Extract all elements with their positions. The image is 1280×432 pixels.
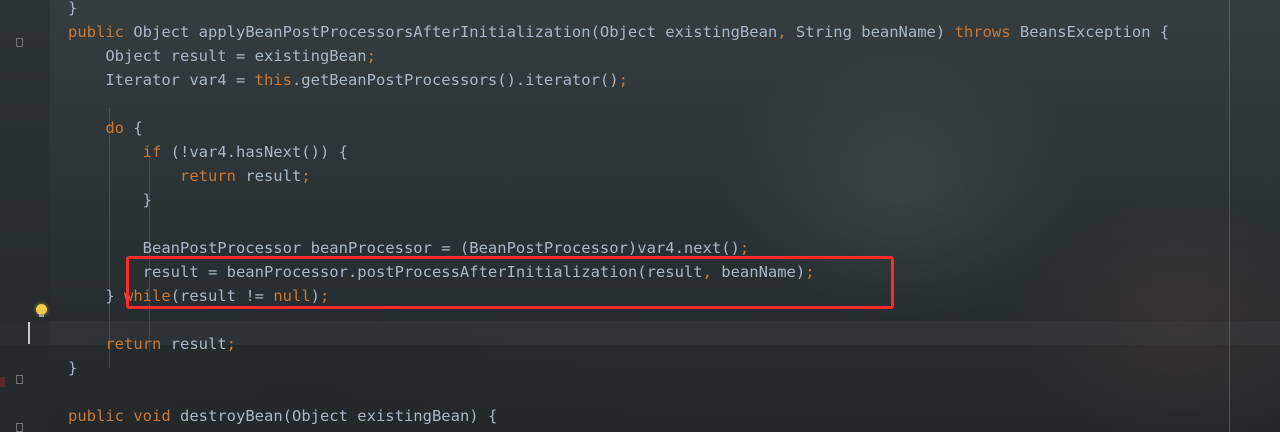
code-keyword: void bbox=[133, 407, 171, 425]
fold-marker-icon[interactable] bbox=[16, 423, 23, 432]
annotation-highlight-box bbox=[126, 256, 894, 309]
code-keyword: ; bbox=[301, 167, 311, 185]
code-keyword: if bbox=[142, 143, 162, 161]
code-text: } bbox=[68, 287, 124, 305]
code-text: { bbox=[124, 119, 143, 137]
code-keyword: do bbox=[105, 119, 124, 137]
code-line[interactable]: } bbox=[68, 0, 77, 20]
code-text: Object bbox=[124, 23, 199, 41]
code-text: } bbox=[68, 0, 78, 17]
gutter-marker bbox=[0, 377, 5, 387]
code-line[interactable]: if (!var4.hasNext()) { bbox=[68, 140, 348, 164]
code-keyword: throws bbox=[954, 23, 1011, 41]
code-text: (!var4.hasNext()) { bbox=[161, 143, 348, 161]
code-line[interactable]: do { bbox=[68, 116, 143, 140]
fold-marker-icon[interactable] bbox=[16, 38, 23, 47]
code-keyword: public bbox=[68, 23, 124, 41]
code-text: applyBeanPostProcessorsAfterInitializati… bbox=[198, 23, 591, 41]
code-text: (Object existingBean bbox=[590, 23, 778, 41]
code-keyword: , bbox=[777, 23, 787, 41]
code-text: destroyBean(Object existingBean) { bbox=[170, 407, 498, 425]
code-text: result bbox=[161, 335, 227, 353]
code-keyword: public bbox=[68, 407, 124, 425]
code-keyword: ; bbox=[739, 239, 750, 257]
code-line[interactable]: } bbox=[68, 356, 77, 380]
code-keyword: ; bbox=[618, 71, 628, 89]
code-line[interactable]: Iterator var4 = this.getBeanPostProcesso… bbox=[68, 68, 628, 92]
code-keyword: return bbox=[179, 167, 236, 185]
code-line[interactable]: } bbox=[68, 188, 152, 212]
editor-gutter[interactable] bbox=[0, 0, 50, 432]
code-text: result bbox=[235, 167, 302, 185]
code-text: String beanName) bbox=[786, 23, 955, 41]
code-line[interactable]: return result; bbox=[68, 332, 236, 356]
code-text: .getBeanPostProcessors().iterator() bbox=[291, 71, 619, 89]
code-text: BeanPostProcessor beanProcessor = (BeanP… bbox=[68, 239, 740, 257]
code-text: Iterator var4 = bbox=[68, 71, 255, 89]
code-keyword: ; bbox=[366, 47, 376, 65]
lightbulb-icon[interactable] bbox=[36, 304, 47, 317]
code-keyword: this bbox=[254, 71, 292, 89]
fold-marker-icon[interactable] bbox=[16, 375, 23, 384]
code-keyword: ; bbox=[226, 335, 236, 353]
right-margin-guide bbox=[1229, 0, 1230, 432]
code-text: BeansException { bbox=[1010, 23, 1170, 41]
code-text: } bbox=[68, 191, 152, 209]
code-line[interactable]: public Object applyBeanPostProcessorsAft… bbox=[68, 20, 1169, 44]
code-line[interactable]: Object result = existingBean; bbox=[68, 44, 376, 68]
code-line[interactable]: return result; bbox=[68, 164, 311, 188]
code-text: } bbox=[68, 359, 78, 377]
code-text: Object result = existingBean bbox=[68, 47, 367, 65]
code-keyword: return bbox=[105, 335, 162, 353]
text-caret bbox=[28, 322, 30, 344]
code-line[interactable]: public void destroyBean(Object existingB… bbox=[68, 404, 497, 428]
